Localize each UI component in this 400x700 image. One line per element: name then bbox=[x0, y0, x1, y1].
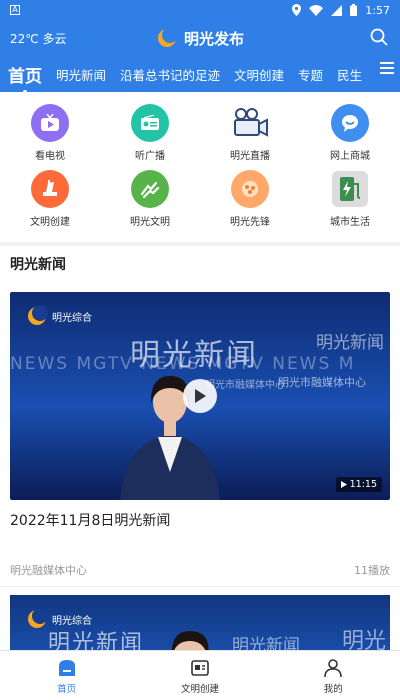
bottom-nav: 首页 文明创建 我的 bbox=[0, 650, 400, 700]
nav-label: 文明创建 bbox=[180, 684, 219, 695]
tab-mingguang-news[interactable]: 明光新闻 bbox=[56, 65, 106, 84]
section-title: 明光新闻 bbox=[10, 257, 66, 273]
shortcut-radio[interactable]: 听广播 bbox=[110, 104, 190, 170]
play-icon bbox=[195, 389, 206, 403]
video-overlay-sub-right: 明光市融媒体中心 bbox=[278, 376, 366, 389]
shortcut-label: 明光文明 bbox=[130, 217, 170, 228]
shortcut-label: 明光直播 bbox=[230, 151, 270, 162]
news-card-icon bbox=[191, 660, 209, 676]
nav-profile[interactable]: 我的 bbox=[273, 651, 393, 700]
shortcut-label: 城市生活 bbox=[330, 217, 370, 228]
shortcut-pioneer[interactable]: 明光先锋 bbox=[210, 170, 290, 236]
video-overlay-title-right: 明光 bbox=[341, 629, 386, 650]
app-logo-icon bbox=[157, 28, 178, 47]
clock: 1:57 bbox=[365, 3, 390, 17]
video-duration: 11:15 bbox=[335, 477, 382, 492]
shortcut-grid: 看电视 听广播 明光直播 网上商城 文明创建 明光文明 明光先锋 城市生活 bbox=[0, 92, 400, 242]
user-icon bbox=[324, 659, 343, 678]
nav-label: 首页 bbox=[57, 684, 77, 695]
nav-home[interactable]: 首页 bbox=[7, 651, 127, 700]
news-item-source: 明光融媒体中心 bbox=[10, 564, 87, 577]
news-item-meta: 明光融媒体中心 11播放 bbox=[0, 530, 400, 587]
video-camera-icon bbox=[231, 104, 269, 142]
tab-civilization[interactable]: 文明创建 bbox=[234, 65, 284, 84]
nav-civilization[interactable]: 文明创建 bbox=[140, 651, 260, 700]
video-overlay-title: 明光新闻 bbox=[48, 631, 145, 650]
tv-icon bbox=[31, 104, 69, 142]
shortcut-label: 网上商城 bbox=[330, 151, 370, 162]
signal-icon bbox=[331, 4, 343, 16]
video-thumbnail-2[interactable]: 明光综合 明光新闻 明光新闻 明光 bbox=[10, 595, 390, 650]
radio-icon bbox=[131, 104, 169, 142]
news-section: 明光新闻 明光综合 明光新闻 明光新闻 NEWS MGTV NEWS MGTV … bbox=[0, 246, 400, 650]
channel-logo: 明光综合 bbox=[26, 306, 92, 326]
civilization-icon bbox=[31, 170, 69, 208]
shortcut-mingguang-civilization[interactable]: 明光文明 bbox=[110, 170, 190, 236]
shortcut-label: 听广播 bbox=[135, 151, 165, 162]
status-bar: A 1:57 bbox=[0, 0, 400, 20]
notification-icon: A bbox=[10, 5, 20, 15]
shortcut-city-life[interactable]: 城市生活 bbox=[310, 170, 390, 236]
home-icon bbox=[58, 660, 75, 676]
pioneer-icon bbox=[231, 170, 269, 208]
channel-tabs: 首页 明光新闻 沿着总书记的足迹 文明创建 专题 民生 bbox=[0, 56, 400, 92]
news-item-title[interactable]: 2022年11月8日明光新闻 bbox=[0, 500, 400, 530]
tab-footsteps[interactable]: 沿着总书记的足迹 bbox=[120, 65, 220, 84]
shortcut-civilization[interactable]: 文明创建 bbox=[10, 170, 90, 236]
channel-logo-icon bbox=[28, 609, 48, 628]
video-overlay-title-small: 明光新闻 bbox=[316, 333, 384, 353]
shortcut-label: 看电视 bbox=[35, 151, 65, 162]
shortcut-label: 明光先锋 bbox=[230, 217, 270, 228]
tab-home[interactable]: 首页 bbox=[8, 62, 42, 87]
channel-logo-text: 明光综合 bbox=[52, 312, 92, 324]
weather-text[interactable]: 22℃ 多云 bbox=[10, 30, 67, 47]
play-small-icon bbox=[340, 481, 347, 488]
video-thumbnail[interactable]: 明光综合 明光新闻 明光新闻 NEWS MGTV NEWS MGTV NEWS … bbox=[10, 292, 390, 500]
news-item-plays: 11播放 bbox=[354, 564, 390, 577]
shortcut-live[interactable]: 明光直播 bbox=[210, 104, 290, 170]
hands-icon bbox=[131, 170, 169, 208]
video-overlay-title-small: 明光新闻 bbox=[232, 636, 300, 650]
play-button[interactable] bbox=[183, 379, 217, 413]
channel-logo-icon bbox=[28, 306, 48, 325]
menu-icon[interactable] bbox=[380, 62, 394, 74]
shortcut-label: 文明创建 bbox=[30, 217, 70, 228]
news-anchor-image bbox=[120, 376, 220, 500]
search-icon[interactable] bbox=[370, 28, 388, 46]
duration-text: 11:15 bbox=[349, 479, 377, 490]
nav-label: 我的 bbox=[323, 684, 343, 695]
shortcut-watch-tv[interactable]: 看电视 bbox=[10, 104, 90, 170]
app-header: A 1:57 22℃ 多云 明光发布 首页 明光新闻 沿着总书记的足迹 文明创建… bbox=[0, 0, 400, 92]
shortcut-online-mall[interactable]: 网上商城 bbox=[310, 104, 390, 170]
app-brand: 明光发布 bbox=[156, 28, 244, 49]
app-title: 明光发布 bbox=[183, 29, 245, 48]
battery-icon bbox=[350, 4, 358, 16]
tab-topics[interactable]: 专题 bbox=[298, 65, 323, 84]
news-anchor-image bbox=[171, 631, 209, 650]
shop-chat-icon bbox=[331, 104, 369, 142]
ev-charging-icon bbox=[331, 170, 369, 208]
wifi-icon bbox=[309, 4, 324, 16]
location-icon bbox=[292, 4, 302, 16]
tab-livelihood[interactable]: 民生 bbox=[337, 65, 362, 84]
